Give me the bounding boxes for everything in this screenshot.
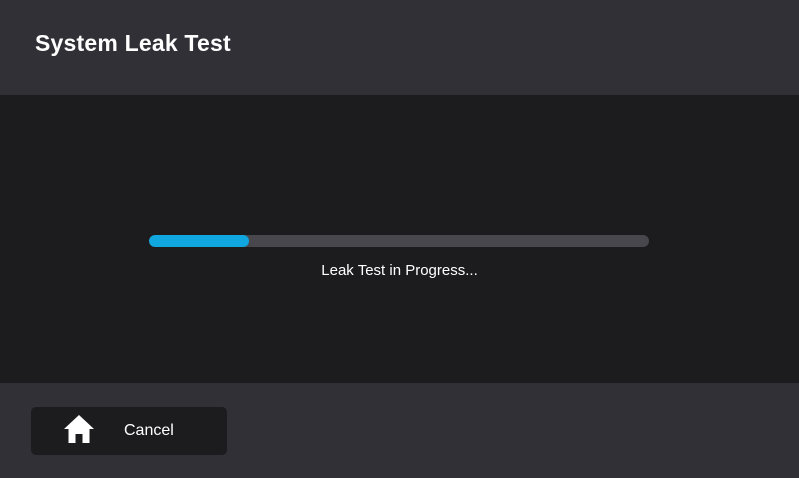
cancel-button-label: Cancel [124, 422, 174, 439]
header-bar: System Leak Test [0, 0, 799, 95]
progress-bar-fill [149, 235, 249, 247]
status-text: Leak Test in Progress... [321, 262, 478, 279]
page-title: System Leak Test [35, 30, 231, 56]
progress-bar [149, 235, 649, 247]
cancel-button[interactable]: Cancel [31, 407, 227, 455]
footer-bar: Cancel [0, 383, 799, 478]
home-icon [64, 415, 94, 443]
leak-test-screen: System Leak Test Leak Test in Progress..… [0, 0, 799, 478]
main-panel: Leak Test in Progress... [0, 95, 799, 383]
